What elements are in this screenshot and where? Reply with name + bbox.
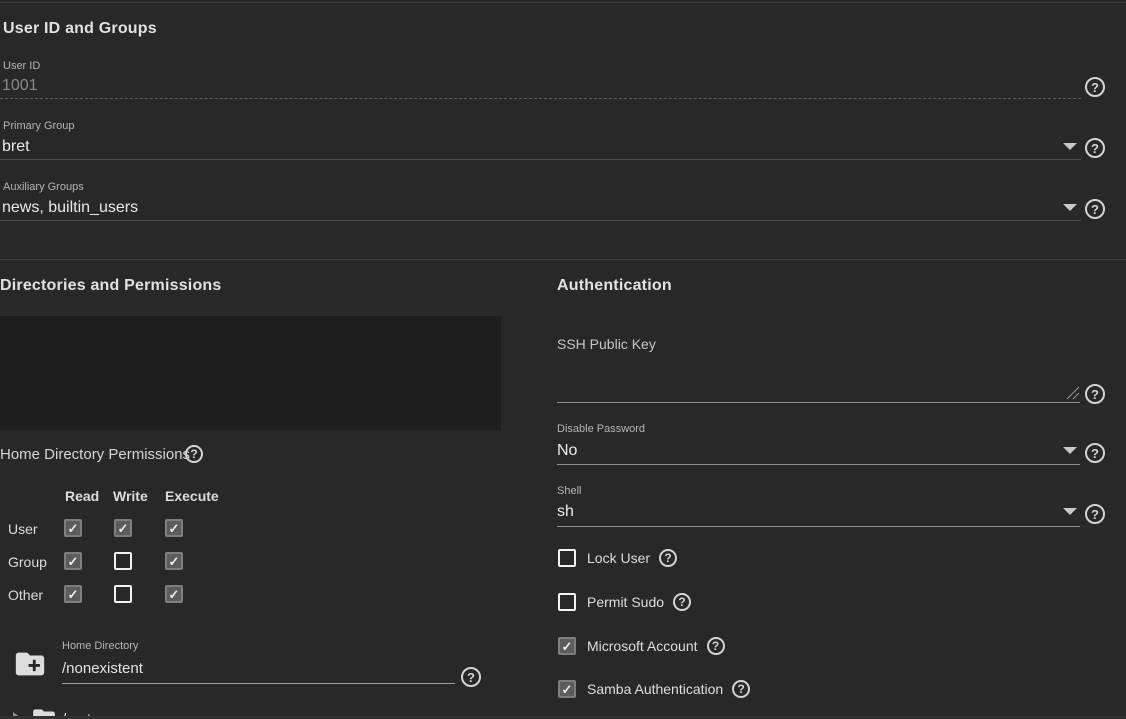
samba-authentication-help-icon[interactable]: ?	[732, 680, 750, 698]
home-directory-label: Home Directory	[62, 640, 138, 652]
primary-group-label: Primary Group	[3, 120, 75, 132]
lock-user-row: Lock User ?	[558, 549, 677, 567]
home-directory-permissions-help-icon[interactable]: ?	[185, 445, 203, 463]
perm-group-execute-checkbox[interactable]: ✓	[165, 552, 183, 570]
lock-user-help-icon[interactable]: ?	[659, 549, 677, 567]
shell-underline	[557, 526, 1080, 527]
auxiliary-groups-label: Auxiliary Groups	[3, 181, 84, 193]
perm-col-read: Read	[65, 488, 99, 504]
disable-password-help-icon[interactable]: ?	[1085, 443, 1105, 463]
shell-select[interactable]: sh	[557, 503, 574, 521]
ssh-public-key-label: SSH Public Key	[557, 336, 656, 352]
perm-group-write-checkbox[interactable]	[114, 552, 132, 570]
perm-col-write: Write	[113, 488, 148, 504]
home-directory-underline	[62, 683, 455, 684]
ssh-public-key-help-icon[interactable]: ?	[1085, 384, 1105, 404]
section-title-user-id-and-groups: User ID and Groups	[3, 20, 157, 38]
home-directory-help-icon[interactable]: ?	[461, 667, 481, 687]
samba-authentication-row: ✓ Samba Authentication ?	[558, 680, 750, 698]
perm-other-write-checkbox[interactable]	[114, 585, 132, 603]
user-id-underline	[0, 98, 1081, 99]
primary-group-underline	[0, 159, 1081, 160]
microsoft-account-row: ✓ Microsoft Account ?	[558, 637, 725, 655]
primary-group-help-icon[interactable]: ?	[1085, 138, 1105, 158]
lock-user-checkbox[interactable]	[558, 549, 576, 567]
home-directory-permissions-title: Home Directory Permissions	[0, 446, 190, 463]
auxiliary-groups-dropdown-arrow-icon[interactable]	[1063, 204, 1077, 211]
primary-group-select[interactable]: bret	[2, 138, 30, 156]
textarea-resize-handle-icon[interactable]	[1066, 386, 1080, 400]
user-id-input: 1001	[2, 77, 38, 95]
permit-sudo-checkbox[interactable]	[558, 593, 576, 611]
perm-row-user-label: User	[8, 521, 38, 537]
shell-help-icon[interactable]: ?	[1085, 504, 1105, 524]
user-id-help-icon[interactable]: ?	[1085, 77, 1105, 97]
microsoft-account-help-icon[interactable]: ?	[707, 637, 725, 655]
ssh-public-key-textarea[interactable]	[557, 360, 1080, 402]
permit-sudo-row: Permit Sudo ?	[558, 593, 691, 611]
section-title-directories-and-permissions: Directories and Permissions	[0, 277, 222, 295]
shell-label: Shell	[557, 485, 581, 497]
perm-row-other-label: Other	[8, 587, 43, 603]
perm-user-execute-checkbox[interactable]: ✓	[165, 519, 183, 537]
perm-group-read-checkbox[interactable]: ✓	[64, 552, 82, 570]
microsoft-account-checkbox[interactable]: ✓	[558, 637, 576, 655]
shell-dropdown-arrow-icon[interactable]	[1063, 508, 1077, 515]
perm-user-write-checkbox[interactable]: ✓	[114, 519, 132, 537]
perm-other-read-checkbox[interactable]: ✓	[64, 585, 82, 603]
disable-password-label: Disable Password	[557, 423, 645, 435]
permit-sudo-help-icon[interactable]: ?	[673, 593, 691, 611]
samba-authentication-checkbox[interactable]: ✓	[558, 680, 576, 698]
user-edit-form: User ID and Groups User ID 1001 ? Primar…	[0, 0, 1126, 719]
home-directory-explorer-panel: Home Directory /nonexistent ? /mnt	[0, 316, 501, 430]
permit-sudo-label: Permit Sudo	[587, 594, 664, 610]
disable-password-dropdown-arrow-icon[interactable]	[1063, 447, 1077, 454]
perm-other-execute-checkbox[interactable]: ✓	[165, 585, 183, 603]
section-title-authentication: Authentication	[557, 277, 672, 295]
perm-col-execute: Execute	[165, 488, 219, 504]
perm-row-group-label: Group	[8, 554, 47, 570]
top-divider	[0, 2, 1126, 3]
ssh-public-key-underline	[557, 402, 1080, 403]
section-divider	[0, 259, 1126, 260]
create-folder-icon[interactable]	[13, 647, 47, 681]
perm-user-read-checkbox[interactable]: ✓	[64, 519, 82, 537]
auxiliary-groups-select[interactable]: news, builtin_users	[2, 199, 138, 217]
auxiliary-groups-underline	[0, 220, 1081, 221]
home-directory-input[interactable]: /nonexistent	[62, 660, 143, 677]
auxiliary-groups-help-icon[interactable]: ?	[1085, 199, 1105, 219]
disable-password-select[interactable]: No	[557, 442, 577, 460]
lock-user-label: Lock User	[587, 550, 650, 566]
disable-password-underline	[557, 464, 1080, 465]
user-id-label: User ID	[3, 60, 40, 72]
samba-authentication-label: Samba Authentication	[587, 681, 723, 697]
microsoft-account-label: Microsoft Account	[587, 638, 698, 654]
primary-group-dropdown-arrow-icon[interactable]	[1063, 143, 1077, 150]
